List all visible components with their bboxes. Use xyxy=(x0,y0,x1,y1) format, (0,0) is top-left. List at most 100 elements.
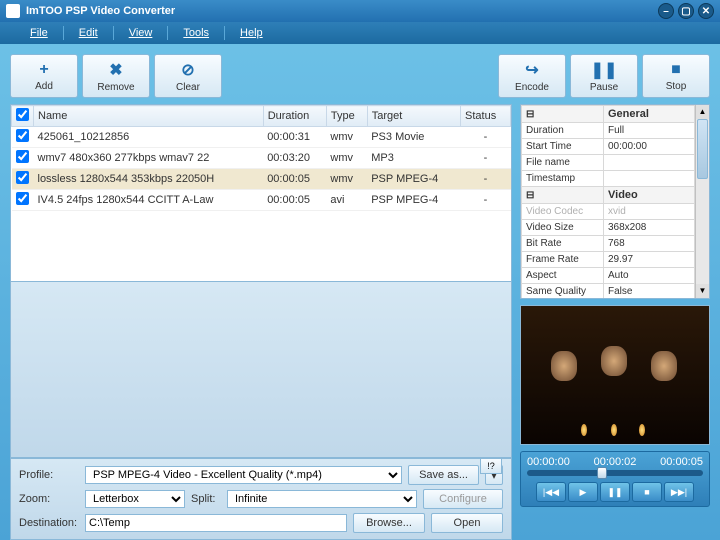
stop-button-icon: ■ xyxy=(671,61,681,79)
dest-input[interactable] xyxy=(85,514,347,532)
saveas-button[interactable]: Save as... xyxy=(408,465,479,485)
prop-key: Bit Rate xyxy=(522,236,604,252)
prop-value[interactable]: 768 xyxy=(604,236,695,252)
group-toggle[interactable]: ⊟ xyxy=(522,187,604,204)
prop-row[interactable]: Video Size368x208 xyxy=(522,220,695,236)
prop-value[interactable]: 00:00:00 xyxy=(604,139,695,155)
prop-key: Video Codec xyxy=(522,204,604,220)
prop-value[interactable]: False xyxy=(604,284,695,300)
remove-button[interactable]: ✖Remove xyxy=(82,54,150,98)
col-status[interactable]: Status xyxy=(461,106,511,127)
browse-button[interactable]: Browse... xyxy=(353,513,425,533)
video-preview[interactable] xyxy=(520,305,710,445)
cell-target: PS3 Movie xyxy=(367,127,460,148)
table-row[interactable]: IV4.5 24fps 1280x544 CCITT A-Law00:00:05… xyxy=(12,190,511,211)
play-button[interactable]: ▶ xyxy=(568,482,598,502)
row-checkbox[interactable] xyxy=(16,129,29,142)
minimize-button[interactable]: – xyxy=(658,3,674,19)
table-row[interactable]: wmv7 480x360 277kbps wmav7 2200:03:20wmv… xyxy=(12,148,511,169)
col-duration[interactable]: Duration xyxy=(263,106,326,127)
prop-value[interactable]: Full xyxy=(604,123,695,139)
cell-status: - xyxy=(461,169,511,190)
col-target[interactable]: Target xyxy=(367,106,460,127)
scroll-up-icon[interactable]: ▲ xyxy=(696,105,709,119)
table-row[interactable]: lossless 1280x544 353kbps 22050H00:00:05… xyxy=(12,169,511,190)
prop-value[interactable] xyxy=(604,171,695,187)
pause-player-button[interactable]: ❚❚ xyxy=(600,482,630,502)
open-button[interactable]: Open xyxy=(431,513,503,533)
col-type[interactable]: Type xyxy=(326,106,367,127)
remove-button-icon: ✖ xyxy=(109,60,122,80)
stop-player-button[interactable]: ■ xyxy=(632,482,662,502)
seek-slider[interactable] xyxy=(527,470,703,476)
prop-value[interactable]: 368x208 xyxy=(604,220,695,236)
configure-button[interactable]: Configure xyxy=(423,489,503,509)
prop-key: Frame Rate xyxy=(522,252,604,268)
prop-value[interactable] xyxy=(604,155,695,171)
prop-key: File name xyxy=(522,155,604,171)
prop-key: Same Quality xyxy=(522,284,604,300)
menu-view[interactable]: View xyxy=(114,27,168,39)
properties-panel: ⊟GeneralDurationFullStart Time00:00:00Fi… xyxy=(520,104,710,299)
prop-row[interactable]: Timestamp xyxy=(522,171,695,187)
scroll-thumb[interactable] xyxy=(697,119,708,179)
menu-help[interactable]: Help xyxy=(225,27,278,39)
profile-select[interactable]: PSP MPEG-4 Video - Excellent Quality (*.… xyxy=(85,466,402,484)
split-label: Split: xyxy=(191,493,221,505)
prop-row[interactable]: Start Time00:00:00 xyxy=(522,139,695,155)
menubar: File Edit View Tools Help xyxy=(0,22,720,44)
col-name[interactable]: Name xyxy=(34,106,264,127)
prop-row[interactable]: DurationFull xyxy=(522,123,695,139)
table-row[interactable]: 425061_1021285600:00:31wmvPS3 Movie- xyxy=(12,127,511,148)
help-hint-button[interactable]: !? xyxy=(480,458,502,474)
split-select[interactable]: Infinite xyxy=(227,490,417,508)
prop-key: Duration xyxy=(522,123,604,139)
select-all-checkbox[interactable] xyxy=(16,108,29,121)
pause-button[interactable]: ❚❚Pause xyxy=(570,54,638,98)
prop-row[interactable]: Video Codecxvid xyxy=(522,204,695,220)
next-button[interactable]: ▶▶| xyxy=(664,482,694,502)
prop-value[interactable]: Auto xyxy=(604,268,695,284)
menu-file[interactable]: File xyxy=(15,27,63,39)
prop-row[interactable]: Same QualityFalse xyxy=(522,284,695,300)
file-list[interactable]: NameDurationTypeTargetStatus 425061_1021… xyxy=(10,104,512,282)
cell-type: wmv xyxy=(326,169,367,190)
cell-name: lossless 1280x544 353kbps 22050H xyxy=(34,169,264,190)
close-button[interactable]: ✕ xyxy=(698,3,714,19)
row-checkbox[interactable] xyxy=(16,150,29,163)
group-toggle[interactable]: ⊟ xyxy=(522,106,604,123)
dest-label: Destination: xyxy=(19,517,79,529)
prop-row[interactable]: AspectAuto xyxy=(522,268,695,284)
zoom-select[interactable]: Letterbox xyxy=(85,490,185,508)
clear-button[interactable]: ⊘Clear xyxy=(154,54,222,98)
seek-knob[interactable] xyxy=(597,467,607,479)
properties-scrollbar[interactable]: ▲ ▼ xyxy=(695,105,709,298)
maximize-button[interactable]: ▢ xyxy=(678,3,694,19)
app-logo-icon xyxy=(6,4,20,18)
cell-target: PSP MPEG-4 xyxy=(367,190,460,211)
prop-row[interactable]: File name xyxy=(522,155,695,171)
stop-button[interactable]: ■Stop xyxy=(642,54,710,98)
row-checkbox[interactable] xyxy=(16,171,29,184)
clear-button-label: Clear xyxy=(176,82,200,93)
cell-duration: 00:00:05 xyxy=(263,169,326,190)
add-button[interactable]: +Add xyxy=(10,54,78,98)
prop-row[interactable]: Bit Rate768 xyxy=(522,236,695,252)
prop-value[interactable]: 29.97 xyxy=(604,252,695,268)
cell-duration: 00:00:05 xyxy=(263,190,326,211)
row-checkbox[interactable] xyxy=(16,192,29,205)
pause-button-icon: ❚❚ xyxy=(591,60,618,80)
profile-label: Profile: xyxy=(19,469,79,481)
menu-edit[interactable]: Edit xyxy=(64,27,113,39)
cell-duration: 00:00:31 xyxy=(263,127,326,148)
encode-button[interactable]: ↪Encode xyxy=(498,54,566,98)
player-controls: 00:00:00 00:00:02 00:00:05 |◀◀ ▶ ❚❚ ■ ▶▶… xyxy=(520,451,710,507)
scroll-down-icon[interactable]: ▼ xyxy=(696,284,709,298)
prev-button[interactable]: |◀◀ xyxy=(536,482,566,502)
encode-button-label: Encode xyxy=(515,82,549,93)
prop-value[interactable]: xvid xyxy=(604,204,695,220)
bottom-panel: Profile: PSP MPEG-4 Video - Excellent Qu… xyxy=(10,458,512,540)
prop-row[interactable]: Frame Rate29.97 xyxy=(522,252,695,268)
menu-tools[interactable]: Tools xyxy=(168,27,224,39)
cell-name: IV4.5 24fps 1280x544 CCITT A-Law xyxy=(34,190,264,211)
